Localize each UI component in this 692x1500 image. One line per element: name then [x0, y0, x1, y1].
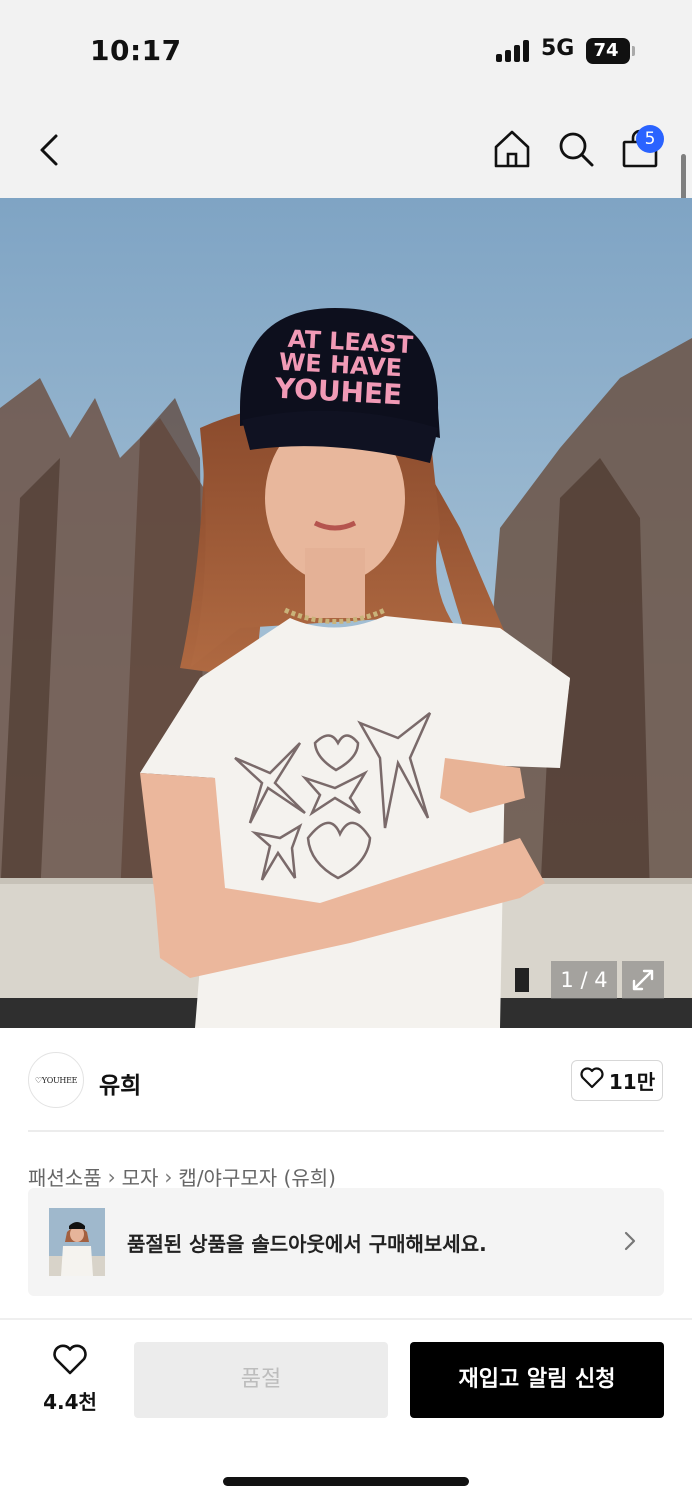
heart-outline-icon	[50, 1344, 90, 1382]
restock-alert-button[interactable]: 재입고 알림 신청	[410, 1342, 664, 1418]
product-detail-page: 10:17 5G 74 5 AT LEAST WE HAVE YOUHEE 1 …	[0, 0, 692, 1500]
breadcrumb: 패션소품 › 모자 › 캡/야구모자 (유희)	[28, 1162, 336, 1191]
status-time: 10:17	[90, 34, 182, 67]
breadcrumb-item[interactable]: 캡/야구모자 (유희)	[178, 1162, 336, 1191]
battery-level: 74	[593, 40, 619, 61]
chevron-right-icon: ›	[164, 1164, 173, 1189]
brand-logo[interactable]: ♡YOUHEE	[28, 1052, 84, 1108]
wishlist-count: 4.4천	[43, 1390, 97, 1414]
expand-icon[interactable]	[622, 961, 664, 999]
breadcrumb-item[interactable]: 패션소품	[28, 1162, 102, 1191]
soldout-banner-text: 품절된 상품을 솔드아웃에서 구매해보세요.	[127, 1232, 487, 1256]
cap-print-line-3: YOUHEE	[273, 372, 403, 412]
battery-cap	[632, 46, 635, 56]
heart-outline-icon	[579, 1066, 605, 1095]
home-icon[interactable]	[490, 127, 534, 171]
divider	[28, 1130, 664, 1132]
cart-count-badge: 5	[636, 125, 664, 153]
chevron-left-icon[interactable]	[30, 128, 70, 172]
breadcrumb-item[interactable]: 모자	[122, 1162, 159, 1191]
banner-thumbnail	[49, 1208, 105, 1276]
chevron-right-icon	[618, 1226, 642, 1256]
home-indicator[interactable]	[223, 1477, 469, 1486]
chevron-right-icon: ›	[107, 1164, 116, 1189]
brand-like-button[interactable]: 11만	[571, 1060, 663, 1101]
image-counter: 1 / 4	[551, 961, 617, 999]
product-image[interactable]: AT LEAST WE HAVE YOUHEE	[0, 198, 692, 1028]
network-type: 5G	[541, 36, 575, 61]
divider	[0, 1318, 692, 1320]
brand-name[interactable]: 유희	[99, 1066, 141, 1100]
brand-like-count: 11만	[608, 1070, 656, 1094]
soldout-button: 품절	[134, 1342, 388, 1418]
soldout-banner[interactable]: 품절된 상품을 솔드아웃에서 구매해보세요.	[28, 1188, 664, 1296]
signal-icon	[496, 40, 532, 62]
battery-icon: 74	[586, 38, 630, 64]
search-icon[interactable]	[554, 127, 598, 171]
